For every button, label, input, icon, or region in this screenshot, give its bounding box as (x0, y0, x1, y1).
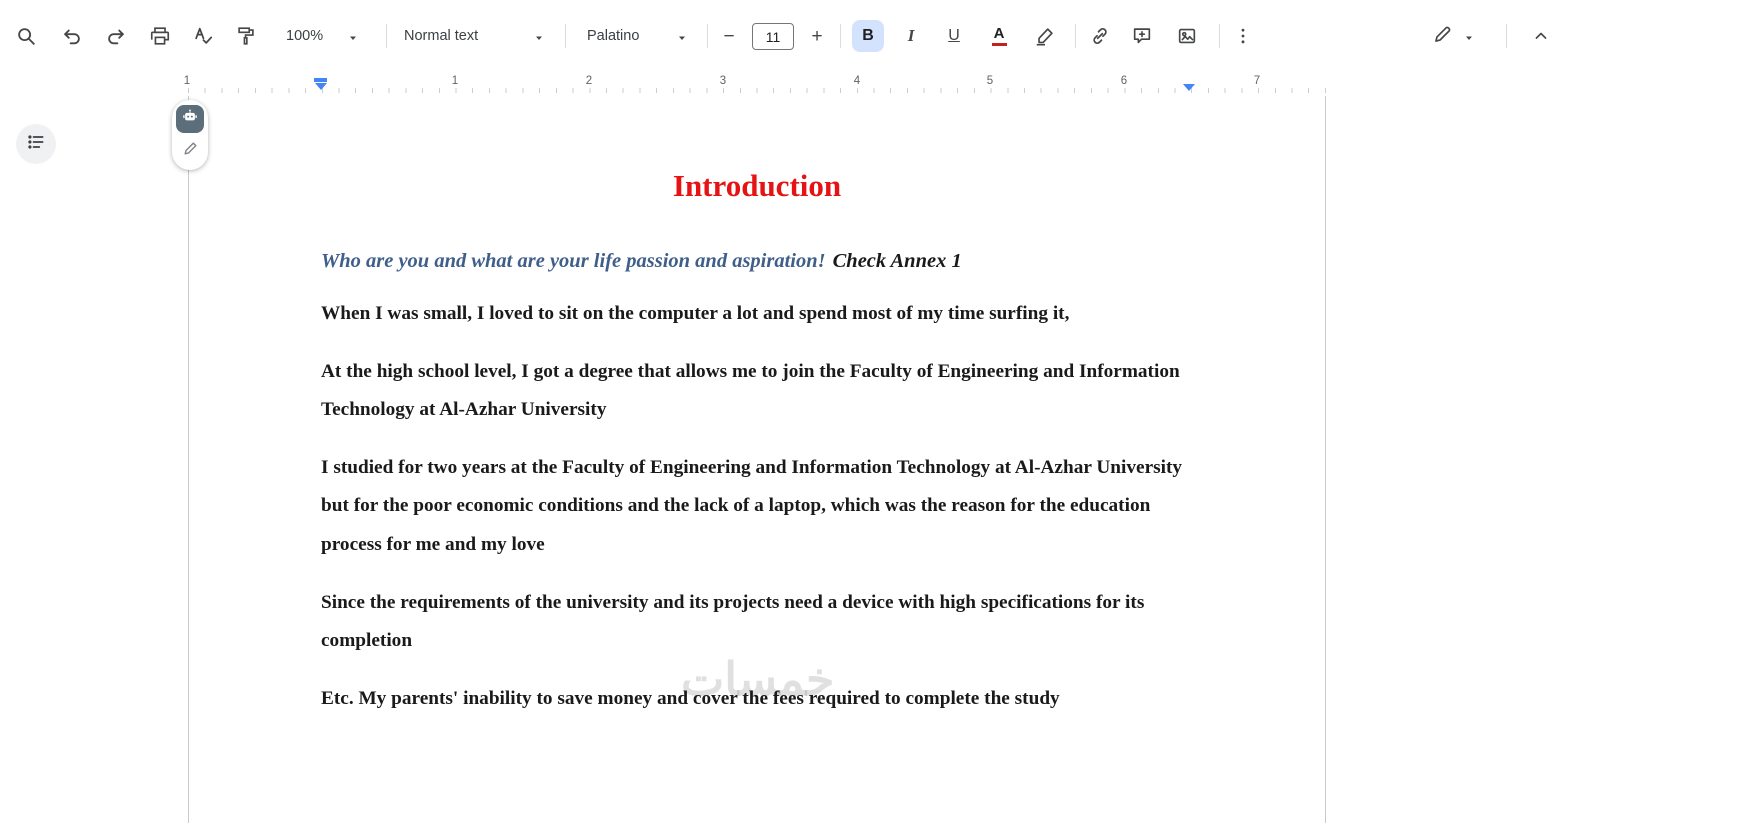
add-comment-button[interactable] (1126, 20, 1158, 52)
print-button[interactable] (144, 20, 176, 52)
document-canvas[interactable]: خمسات Introduction Who are you and what … (189, 96, 1325, 823)
paragraph[interactable]: Since the requirements of the university… (321, 584, 1193, 661)
font-select[interactable]: Palatino (579, 22, 695, 50)
ruler-number: 3 (719, 75, 727, 87)
image-icon (1176, 25, 1198, 47)
chevron-down-icon (1464, 31, 1474, 41)
text-color-button[interactable]: A (983, 20, 1015, 52)
hide-menus-button[interactable] (1525, 20, 1557, 52)
paint-format-icon (235, 25, 257, 47)
chevron-down-icon (348, 31, 358, 41)
toolbar: 100% Normal text Palatino − + (0, 0, 1758, 72)
undo-button[interactable] (56, 20, 88, 52)
document-heading[interactable]: Introduction (321, 166, 1193, 206)
italic-button[interactable]: I (895, 20, 927, 52)
highlighter-icon (1034, 25, 1056, 47)
redo-icon (105, 25, 127, 47)
redo-button[interactable] (100, 20, 132, 52)
toolbar-separator (1219, 24, 1220, 48)
pen-icon (182, 140, 199, 162)
toolbar-separator (1506, 24, 1507, 48)
robot-icon (181, 108, 199, 131)
ruler-number: 6 (1120, 75, 1128, 87)
font-value: Palatino (587, 28, 640, 44)
ruler-number: 5 (986, 75, 994, 87)
increase-font-size-button[interactable]: + (801, 20, 833, 52)
right-indent-marker[interactable] (1183, 83, 1195, 91)
toolbar-separator (1075, 24, 1076, 48)
decrease-font-size-button[interactable]: − (713, 20, 745, 52)
underline-icon: U (948, 27, 960, 44)
comment-icon (1131, 25, 1153, 47)
paint-format-button[interactable] (230, 20, 262, 52)
underline-button[interactable]: U (938, 20, 970, 52)
quick-edit-button[interactable] (176, 137, 204, 165)
text-color-icon: A (991, 26, 1007, 46)
document-outline-icon (26, 132, 46, 157)
ruler-number: 7 (1253, 75, 1261, 87)
annex-reference: Check Annex 1 (832, 250, 962, 272)
google-docs-app: 100% Normal text Palatino − + (0, 0, 1758, 823)
chevron-down-icon (677, 31, 687, 41)
paragraph[interactable]: I studied for two years at the Faculty o… (321, 449, 1193, 565)
insert-image-button[interactable] (1171, 20, 1203, 52)
toolbar-separator (386, 24, 387, 48)
spellcheck-icon (192, 25, 214, 47)
zoom-select[interactable]: 100% (278, 22, 366, 50)
italic-icon: I (907, 26, 915, 45)
search-icon (15, 25, 37, 47)
paragraph[interactable]: At the high school level, I got a degree… (321, 353, 1193, 430)
ruler: 1 1 2 3 4 5 6 7 (0, 72, 1758, 96)
first-line-indent-marker[interactable] (314, 78, 327, 82)
paragraph-style-value: Normal text (404, 28, 479, 44)
ruler-number: 1 (451, 75, 459, 87)
bold-icon: B (862, 27, 874, 44)
highlight-color-button[interactable] (1029, 20, 1061, 52)
editing-mode-select[interactable] (1424, 22, 1482, 50)
more-vertical-icon (1233, 26, 1253, 46)
extension-pill (172, 100, 208, 170)
font-size-input[interactable] (752, 23, 794, 50)
ruler-ticks (188, 88, 1326, 93)
plus-icon: + (811, 25, 823, 47)
minus-icon: − (723, 25, 735, 47)
page-right-edge (1325, 96, 1326, 823)
ruler-number: 1 (183, 75, 191, 87)
question-text: Who are you and what are your life passi… (321, 250, 826, 272)
print-icon (149, 25, 171, 47)
insert-link-button[interactable] (1084, 20, 1116, 52)
show-outline-button[interactable] (16, 124, 56, 164)
paragraph-style-select[interactable]: Normal text (396, 22, 552, 50)
bold-button[interactable]: B (852, 20, 884, 52)
paragraph[interactable]: Etc. My parents' inability to save money… (321, 680, 1193, 719)
toolbar-separator (565, 24, 566, 48)
more-options-button[interactable] (1227, 20, 1259, 52)
ai-assistant-button[interactable] (176, 105, 204, 133)
search-menus-button[interactable] (10, 20, 42, 52)
chevron-down-icon (534, 31, 544, 41)
pen-icon (1432, 24, 1453, 49)
ruler-number: 4 (853, 75, 861, 87)
toolbar-separator (707, 24, 708, 48)
ruler-number: 2 (585, 75, 593, 87)
chevron-up-icon (1531, 26, 1551, 46)
left-indent-marker[interactable] (314, 78, 327, 90)
link-icon (1089, 25, 1111, 47)
question-line[interactable]: Who are you and what are your life passi… (321, 246, 1193, 276)
zoom-value: 100% (286, 28, 324, 44)
spellcheck-button[interactable] (187, 20, 219, 52)
toolbar-separator (840, 24, 841, 48)
undo-icon (61, 25, 83, 47)
paragraph[interactable]: When I was small, I loved to sit on the … (321, 295, 1193, 334)
